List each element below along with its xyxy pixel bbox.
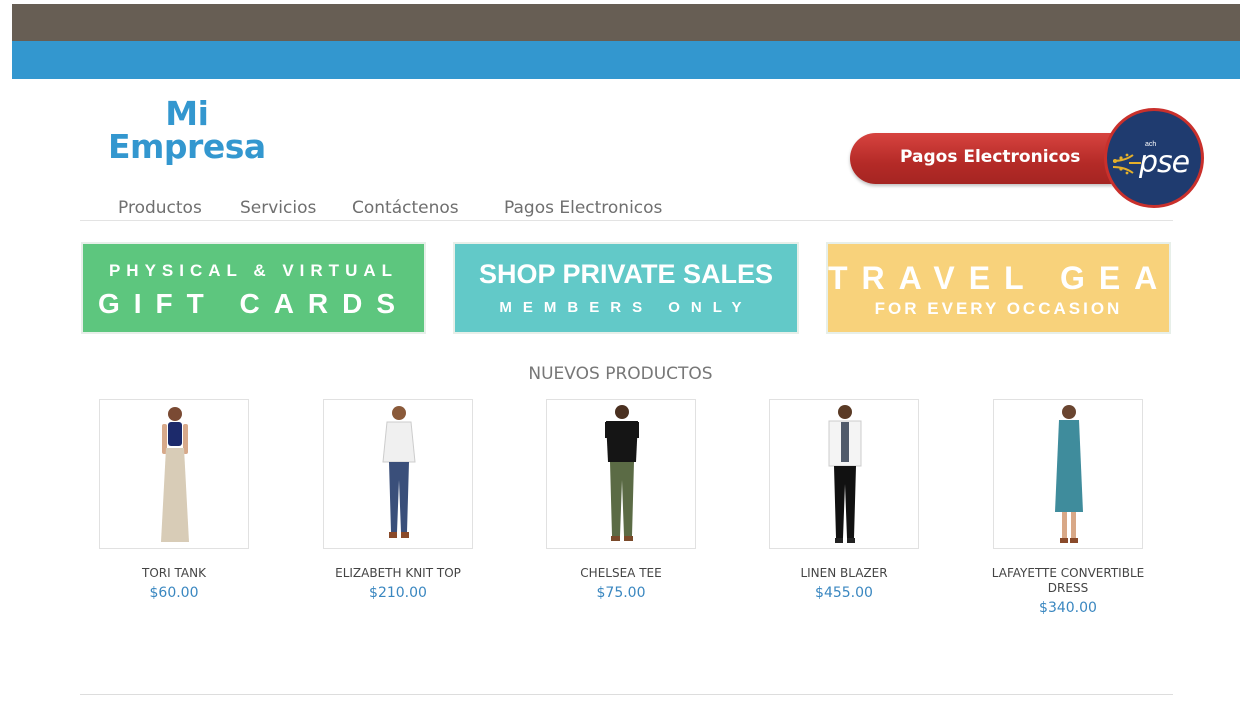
pse-logo-icon[interactable]: ach pse xyxy=(1104,108,1204,208)
banner-shop-line-2: MEMBERS ONLY xyxy=(499,299,753,316)
nav-item-contactenos[interactable]: Contáctenos xyxy=(352,198,459,218)
banner-private-sales[interactable]: SHOP PRIVATE SALES MEMBERS ONLY xyxy=(453,242,799,334)
product-figure-icon xyxy=(161,407,189,542)
logo-line-2: Empresa xyxy=(108,127,266,166)
section-title-new-products: NUEVOS PRODUCTOS xyxy=(528,364,713,384)
product-card[interactable]: ELIZABETH KNIT TOP $210.00 xyxy=(303,399,493,601)
product-price: $340.00 xyxy=(1039,600,1097,616)
banner-travel-line-2: FOR EVERY OCCASION xyxy=(874,299,1123,318)
product-name[interactable]: TORI TANK xyxy=(79,566,269,581)
footer-divider xyxy=(80,694,1173,695)
banner-travel-line-1: TRAVEL GEAR xyxy=(828,260,1209,296)
product-price: $455.00 xyxy=(815,585,873,601)
product-name[interactable]: LINEN BLAZER xyxy=(749,566,939,581)
product-figure-icon xyxy=(828,405,862,543)
product-name[interactable]: CHELSEA TEE xyxy=(526,566,716,581)
product-figure-icon xyxy=(605,405,639,541)
product-image[interactable] xyxy=(546,399,696,549)
product-image[interactable] xyxy=(323,399,473,549)
product-figure-icon xyxy=(382,406,416,538)
product-card[interactable]: CHELSEA TEE $75.00 xyxy=(526,399,716,601)
nav-divider xyxy=(80,220,1173,221)
product-image[interactable] xyxy=(993,399,1143,549)
product-card[interactable]: LAFAYETTE CONVERTIBLE DRESS $340.00 xyxy=(973,399,1163,616)
banner-gift-cards[interactable]: PHYSICAL & VIRTUAL GIFT CARDS xyxy=(81,242,426,334)
banner-shop-line-1: SHOP PRIVATE SALES xyxy=(478,259,774,289)
banner-gift-line-2: GIFT CARDS xyxy=(97,288,410,319)
product-image[interactable] xyxy=(769,399,919,549)
pse-button-label: Pagos Electronicos xyxy=(900,147,1081,167)
product-card[interactable]: TORI TANK $60.00 xyxy=(79,399,269,601)
site-logo[interactable]: Mi Empresa xyxy=(108,97,266,163)
product-price: $60.00 xyxy=(149,585,199,601)
product-name[interactable]: ELIZABETH KNIT TOP xyxy=(303,566,493,581)
nav-item-pagos-electronicos[interactable]: Pagos Electronicos xyxy=(504,198,662,218)
logo-line-1: Mi xyxy=(165,94,209,133)
product-price: $210.00 xyxy=(369,585,427,601)
top-header-bar xyxy=(12,4,1240,41)
nav-item-servicios[interactable]: Servicios xyxy=(240,198,316,218)
product-name[interactable]: LAFAYETTE CONVERTIBLE DRESS xyxy=(978,566,1158,596)
product-image[interactable] xyxy=(99,399,249,549)
banner-travel-gear[interactable]: TRAVEL GEAR FOR EVERY OCCASION xyxy=(826,242,1209,334)
product-figure-icon xyxy=(1055,405,1083,543)
product-card[interactable]: LINEN BLAZER $455.00 xyxy=(749,399,939,601)
blue-header-bar xyxy=(12,41,1240,79)
banner-gift-line-1: PHYSICAL & VIRTUAL xyxy=(108,261,399,280)
product-price: $75.00 xyxy=(596,585,646,601)
nav-item-productos[interactable]: Productos xyxy=(118,198,202,218)
pse-logo-text: pse xyxy=(1139,145,1190,180)
